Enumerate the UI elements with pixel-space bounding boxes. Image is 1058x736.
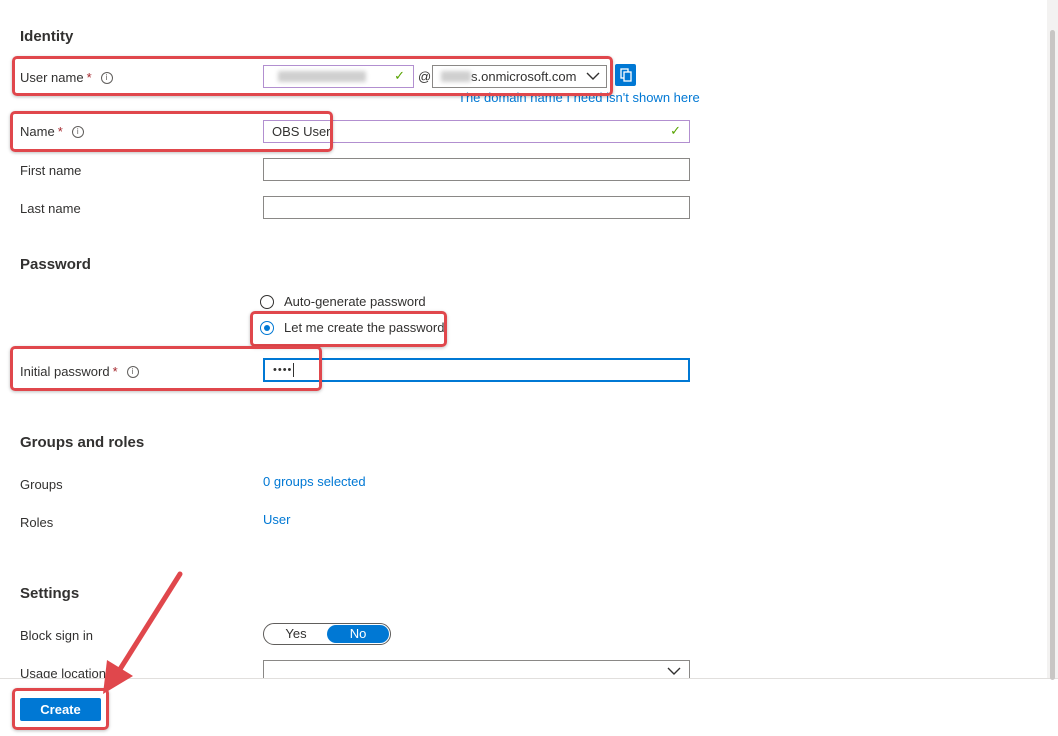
highlight-initial-password-row xyxy=(10,346,322,391)
toggle-no[interactable]: No xyxy=(327,625,389,643)
groups-label: Groups xyxy=(20,477,63,492)
copy-button[interactable] xyxy=(615,64,636,86)
last-name-label: Last name xyxy=(20,201,81,216)
highlight-create-password-option xyxy=(250,311,447,347)
block-sign-in-label: Block sign in xyxy=(20,628,93,643)
highlight-username-row xyxy=(12,56,613,96)
radio-auto-generate[interactable]: Auto-generate password xyxy=(260,294,426,309)
first-name-label: First name xyxy=(20,163,82,178)
annotation-arrow xyxy=(103,571,183,694)
password-section-title: Password xyxy=(20,256,91,273)
check-icon: ✓ xyxy=(670,124,681,139)
identity-section-title: Identity xyxy=(20,28,74,45)
scrollbar-thumb[interactable] xyxy=(1050,30,1055,680)
settings-section-title: Settings xyxy=(20,585,80,602)
roles-label: Roles xyxy=(20,515,54,530)
groups-roles-section-title: Groups and roles xyxy=(20,434,145,451)
toggle-yes[interactable]: Yes xyxy=(265,625,327,643)
groups-selected-link[interactable]: 0 groups selected xyxy=(263,474,366,489)
last-name-input[interactable] xyxy=(263,196,690,219)
roles-link[interactable]: User xyxy=(263,512,290,527)
radio-auto-generate-label: Auto-generate password xyxy=(284,294,426,309)
highlight-name-row xyxy=(10,111,333,152)
radio-button[interactable] xyxy=(260,294,274,309)
initial-password-input[interactable]: •••• xyxy=(263,358,690,382)
chevron-down-icon xyxy=(667,667,681,675)
first-name-input[interactable] xyxy=(263,158,690,181)
copy-icon xyxy=(619,68,632,82)
block-sign-in-toggle[interactable]: Yes No xyxy=(263,623,391,645)
